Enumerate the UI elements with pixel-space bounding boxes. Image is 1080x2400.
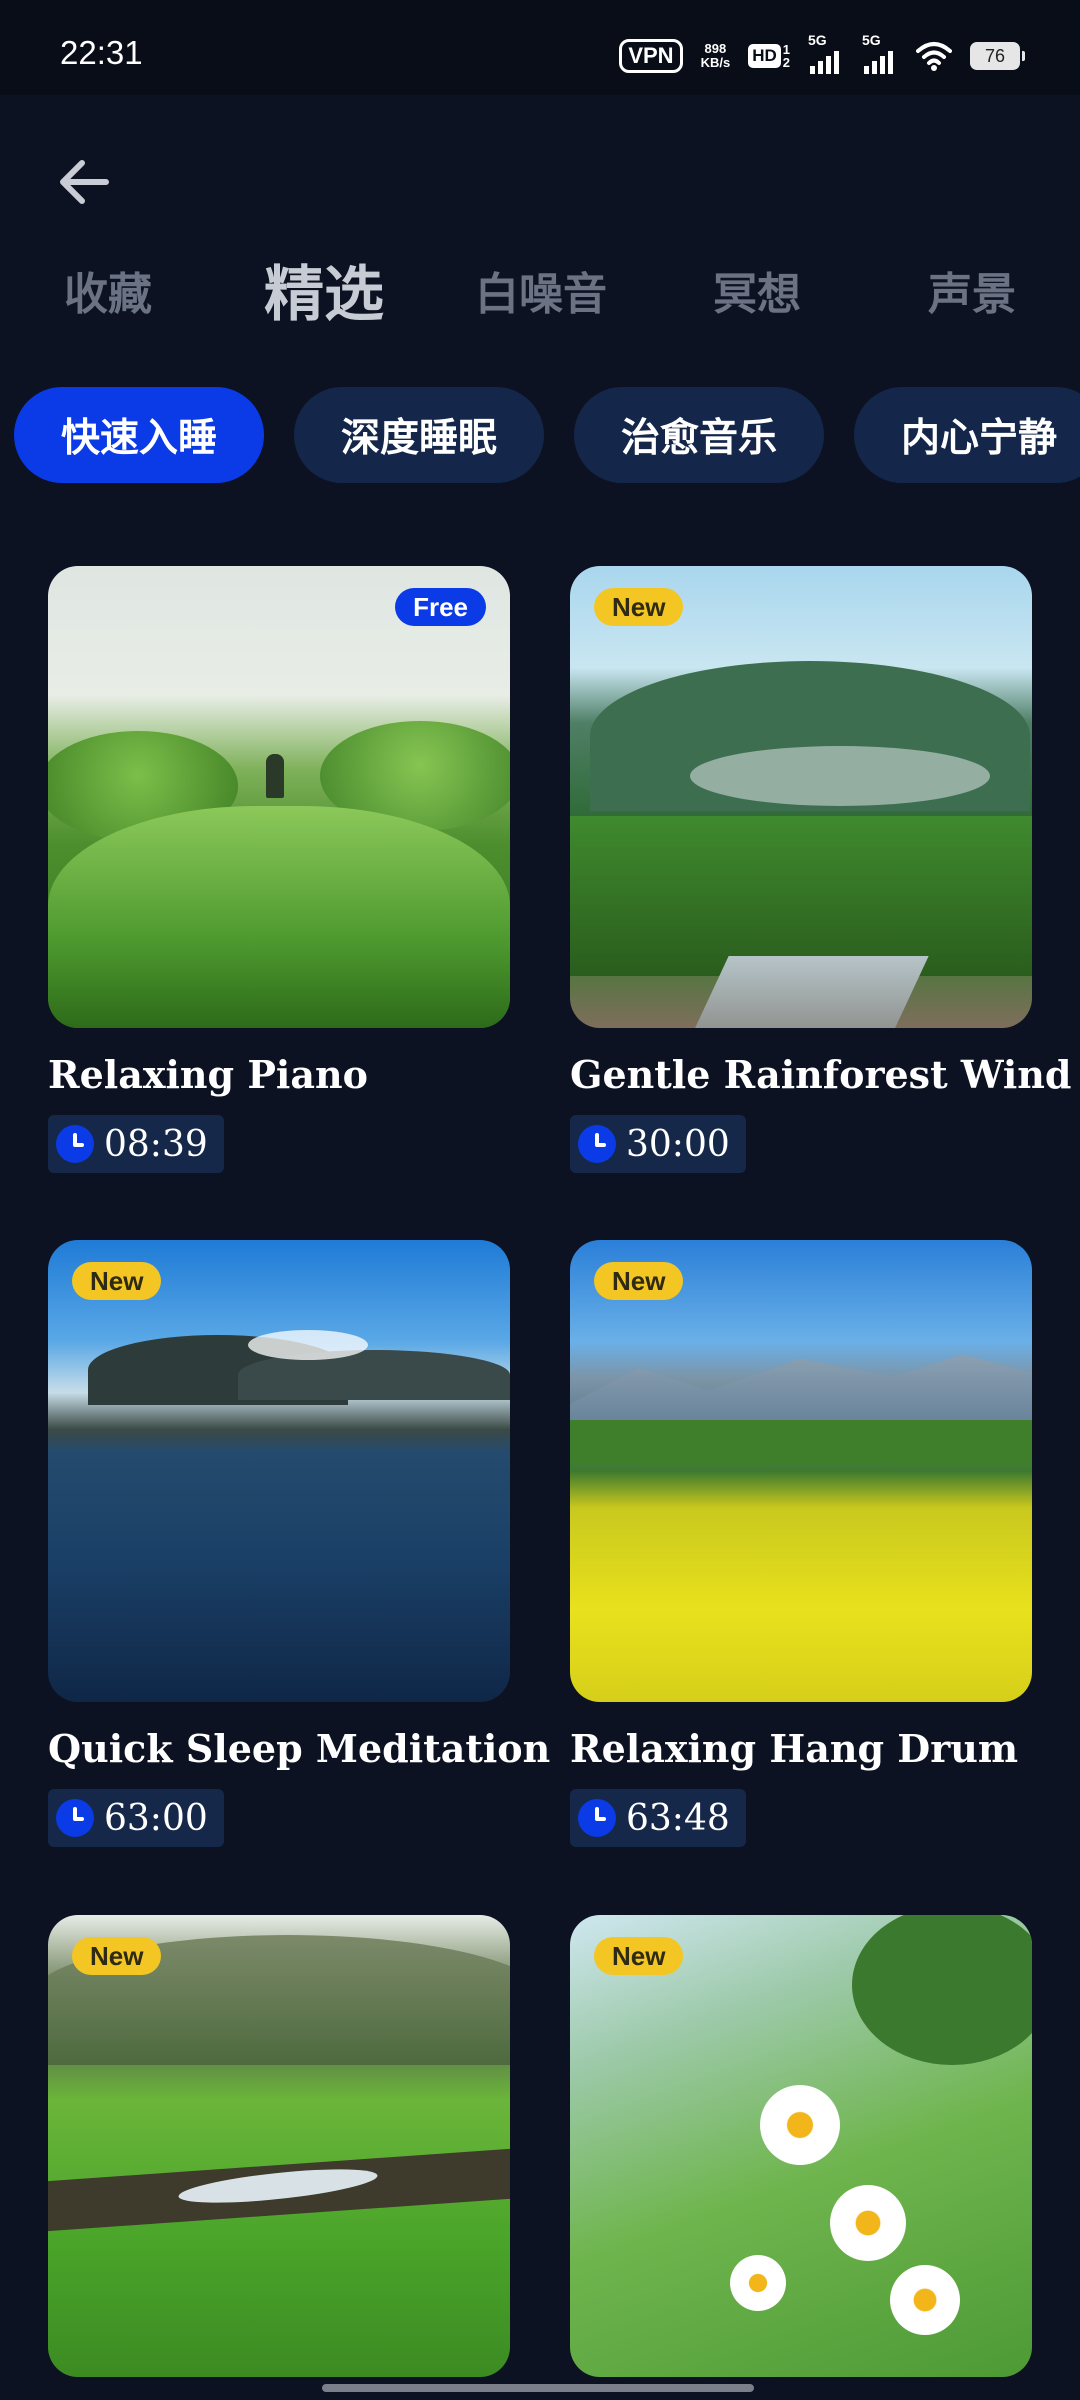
track-duration: 63:00 <box>48 1789 224 1847</box>
tab-soundscape[interactable]: 声景 <box>928 250 1016 340</box>
track-title: Gentle Rainforest Wind <box>570 1052 1072 1097</box>
clock-icon <box>578 1125 616 1163</box>
clock-icon <box>56 1799 94 1837</box>
clock-icon <box>578 1799 616 1837</box>
tab-white-noise[interactable]: 白噪音 <box>475 250 607 340</box>
back-button[interactable] <box>52 150 116 214</box>
network-speed: 898 KB/s <box>701 42 731 70</box>
new-badge: New <box>72 1262 162 1300</box>
new-badge: New <box>594 1262 684 1300</box>
duration-text: 08:39 <box>104 1123 208 1165</box>
network-speed-value: 898 <box>704 41 727 56</box>
vpn-icon: VPN <box>619 39 683 73</box>
filter-chips: 快速入睡 深度睡眠 治愈音乐 内心宁静 <box>14 387 1080 483</box>
track-duration: 63:48 <box>570 1789 746 1847</box>
battery-icon: 76 <box>970 42 1025 70</box>
track-title: Quick Sleep Meditation <box>48 1726 551 1771</box>
track-thumbnail: New <box>48 1915 510 2377</box>
clock-icon <box>56 1125 94 1163</box>
sim2-label: 5G <box>862 32 881 48</box>
track-thumbnail: New <box>570 1915 1032 2377</box>
new-badge: New <box>72 1937 162 1975</box>
wifi-icon <box>916 42 952 71</box>
home-indicator[interactable] <box>322 2384 754 2392</box>
status-time: 22:31 <box>60 34 143 71</box>
new-badge: New <box>594 588 684 626</box>
chip-healing-music[interactable]: 治愈音乐 <box>574 387 824 483</box>
track-title: Relaxing Piano <box>48 1052 368 1097</box>
signal-icon-sim2: 5G <box>862 32 898 74</box>
status-icons: VPN 898 KB/s HD 1 2 5G 5G 76 <box>619 32 1025 74</box>
status-bar: 22:31 VPN 898 KB/s HD 1 2 5G 5G 76 <box>0 0 1080 95</box>
tab-meditation[interactable]: 冥想 <box>713 250 801 340</box>
hd-sub-bottom: 2 <box>782 55 790 70</box>
sim1-label: 5G <box>808 32 827 48</box>
track-title: Relaxing Hang Drum <box>570 1726 1019 1771</box>
track-card[interactable]: New <box>570 1915 1032 2377</box>
track-thumbnail: New <box>570 566 1032 1028</box>
chip-fall-asleep-fast[interactable]: 快速入睡 <box>14 387 264 483</box>
tab-favorites[interactable]: 收藏 <box>64 250 152 340</box>
chip-inner-peace[interactable]: 内心宁静 <box>854 387 1080 483</box>
hd-label: HD <box>748 44 781 68</box>
track-duration: 08:39 <box>48 1115 224 1173</box>
track-thumbnail: New <box>48 1240 510 1702</box>
track-thumbnail: Free <box>48 566 510 1028</box>
track-card[interactable]: Free Relaxing Piano 08:39 <box>48 566 510 1173</box>
track-card[interactable]: New Gentle Rainforest Wind 30:00 <box>570 566 1072 1173</box>
new-badge: New <box>594 1937 684 1975</box>
network-speed-unit: KB/s <box>700 55 731 70</box>
arrow-left-icon <box>60 160 109 204</box>
track-thumbnail: New <box>570 1240 1032 1702</box>
free-badge: Free <box>395 588 486 626</box>
track-card[interactable]: New <box>48 1915 510 2377</box>
tab-featured[interactable]: 精选 <box>264 250 384 340</box>
duration-text: 30:00 <box>626 1123 730 1165</box>
signal-icon-sim1: 5G <box>808 32 844 74</box>
hd-icon: HD 1 2 <box>748 43 790 69</box>
category-tabs: 收藏 精选 白噪音 冥想 声景 <box>0 250 1080 340</box>
chip-deep-sleep[interactable]: 深度睡眠 <box>294 387 544 483</box>
track-card[interactable]: New Quick Sleep Meditation 63:00 <box>48 1240 551 1847</box>
duration-text: 63:48 <box>626 1797 730 1839</box>
track-duration: 30:00 <box>570 1115 746 1173</box>
track-card[interactable]: New Relaxing Hang Drum 63:48 <box>570 1240 1032 1847</box>
duration-text: 63:00 <box>104 1797 208 1839</box>
